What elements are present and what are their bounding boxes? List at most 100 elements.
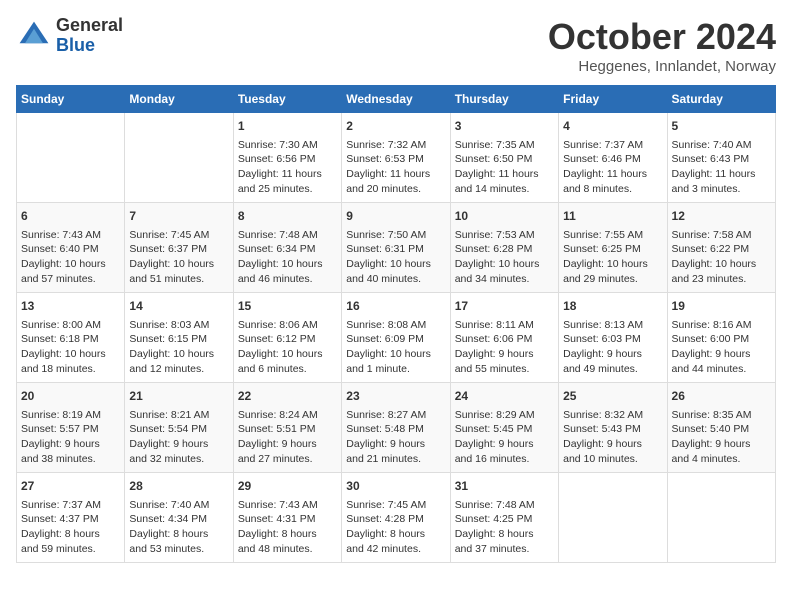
weekday-header-tuesday: Tuesday bbox=[233, 86, 341, 113]
day-number: 22 bbox=[238, 388, 337, 405]
subtitle: Heggenes, Innlandet, Norway bbox=[548, 58, 776, 75]
title-area: October 2024 Heggenes, Innlandet, Norway bbox=[548, 16, 776, 75]
calendar-cell: 7Sunrise: 7:45 AM Sunset: 6:37 PM Daylig… bbox=[125, 203, 233, 293]
logo: General Blue bbox=[16, 16, 123, 56]
day-number: 25 bbox=[563, 388, 662, 405]
day-number: 12 bbox=[672, 208, 771, 225]
day-info: Sunrise: 8:16 AM Sunset: 6:00 PM Dayligh… bbox=[672, 318, 771, 377]
logo-text: General Blue bbox=[56, 16, 123, 56]
day-info: Sunrise: 8:27 AM Sunset: 5:48 PM Dayligh… bbox=[346, 408, 445, 467]
week-row-5: 27Sunrise: 7:37 AM Sunset: 4:37 PM Dayli… bbox=[17, 473, 776, 563]
calendar-cell: 20 Sunrise: 8:19 AM Sunset: 5:57 PM Dayli… bbox=[17, 383, 125, 473]
day-number: 4 bbox=[563, 118, 662, 135]
day-info: Sunrise: 7:48 AM Sunset: 6:34 PM Dayligh… bbox=[238, 228, 337, 287]
calendar-cell: 3 Sunrise: 7:35 AM Sunset: 6:50 PM Daylig… bbox=[450, 113, 558, 203]
day-info: Sunrise: 7:37 AM Sunset: 6:46 PM Dayligh… bbox=[563, 138, 662, 197]
week-row-1: 1 Sunrise: 7:30 AM Sunset: 6:56 PM Daylig… bbox=[17, 113, 776, 203]
weekday-header-sunday: Sunday bbox=[17, 86, 125, 113]
day-number: 8 bbox=[238, 208, 337, 225]
day-info: Sunrise: 7:35 AM Sunset: 6:50 PM Dayligh… bbox=[455, 138, 554, 197]
calendar-cell: 8 Sunrise: 7:48 AM Sunset: 6:34 PM Daylig… bbox=[233, 203, 341, 293]
day-number: 28 bbox=[129, 478, 228, 495]
day-number: 26 bbox=[672, 388, 771, 405]
day-info: Sunrise: 7:48 AM Sunset: 4:25 PM Dayligh… bbox=[455, 498, 554, 557]
page-header: General Blue October 2024 Heggenes, Innl… bbox=[16, 16, 776, 75]
calendar-cell: 1 Sunrise: 7:30 AM Sunset: 6:56 PM Daylig… bbox=[233, 113, 341, 203]
day-info: Sunrise: 8:19 AM Sunset: 5:57 PM Dayligh… bbox=[21, 408, 120, 467]
logo-icon bbox=[16, 18, 52, 54]
day-info: Sunrise: 7:43 AM Sunset: 6:40 PM Dayligh… bbox=[21, 228, 120, 287]
logo-blue-text: Blue bbox=[56, 36, 123, 56]
calendar-cell: 4 Sunrise: 7:37 AM Sunset: 6:46 PM Daylig… bbox=[559, 113, 667, 203]
weekday-header-friday: Friday bbox=[559, 86, 667, 113]
weekday-header-saturday: Saturday bbox=[667, 86, 775, 113]
day-number: 11 bbox=[563, 208, 662, 225]
day-number: 10 bbox=[455, 208, 554, 225]
day-info: Sunrise: 8:24 AM Sunset: 5:51 PM Dayligh… bbox=[238, 408, 337, 467]
day-info: Sunrise: 7:32 AM Sunset: 6:53 PM Dayligh… bbox=[346, 138, 445, 197]
day-number: 6 bbox=[21, 208, 120, 225]
weekday-header-row: SundayMondayTuesdayWednesdayThursdayFrid… bbox=[17, 86, 776, 113]
day-info: Sunrise: 8:03 AM Sunset: 6:15 PM Dayligh… bbox=[129, 318, 228, 377]
week-row-4: 20 Sunrise: 8:19 AM Sunset: 5:57 PM Dayli… bbox=[17, 383, 776, 473]
day-number: 2 bbox=[346, 118, 445, 135]
day-number: 18 bbox=[563, 298, 662, 315]
day-info: Sunrise: 7:43 AM Sunset: 4:31 PM Dayligh… bbox=[238, 498, 337, 557]
calendar-cell: 5 Sunrise: 7:40 AM Sunset: 6:43 PM Daylig… bbox=[667, 113, 775, 203]
calendar-cell: 13 Sunrise: 8:00 AM Sunset: 6:18 PM Dayli… bbox=[17, 293, 125, 383]
week-row-3: 13 Sunrise: 8:00 AM Sunset: 6:18 PM Dayli… bbox=[17, 293, 776, 383]
day-info: Sunrise: 7:53 AM Sunset: 6:28 PM Dayligh… bbox=[455, 228, 554, 287]
day-info: Sunrise: 7:50 AM Sunset: 6:31 PM Dayligh… bbox=[346, 228, 445, 287]
day-info: Sunrise: 8:29 AM Sunset: 5:45 PM Dayligh… bbox=[455, 408, 554, 467]
day-info: Sunrise: 7:40 AM Sunset: 6:43 PM Dayligh… bbox=[672, 138, 771, 197]
calendar-cell: 15Sunrise: 8:06 AM Sunset: 6:12 PM Dayli… bbox=[233, 293, 341, 383]
day-number: 5 bbox=[672, 118, 771, 135]
day-info: Sunrise: 7:40 AM Sunset: 4:34 PM Dayligh… bbox=[129, 498, 228, 557]
calendar-cell bbox=[125, 113, 233, 203]
calendar-cell: 24 Sunrise: 8:29 AM Sunset: 5:45 PM Dayli… bbox=[450, 383, 558, 473]
week-row-2: 6 Sunrise: 7:43 AM Sunset: 6:40 PM Daylig… bbox=[17, 203, 776, 293]
calendar-cell: 26 Sunrise: 8:35 AM Sunset: 5:40 PM Dayli… bbox=[667, 383, 775, 473]
day-info: Sunrise: 8:13 AM Sunset: 6:03 PM Dayligh… bbox=[563, 318, 662, 377]
day-number: 31 bbox=[455, 478, 554, 495]
day-info: Sunrise: 8:08 AM Sunset: 6:09 PM Dayligh… bbox=[346, 318, 445, 377]
day-number: 1 bbox=[238, 118, 337, 135]
calendar-cell bbox=[559, 473, 667, 563]
calendar-cell: 19Sunrise: 8:16 AM Sunset: 6:00 PM Dayli… bbox=[667, 293, 775, 383]
calendar-cell: 11 Sunrise: 7:55 AM Sunset: 6:25 PM Dayli… bbox=[559, 203, 667, 293]
day-number: 20 bbox=[21, 388, 120, 405]
weekday-header-wednesday: Wednesday bbox=[342, 86, 450, 113]
day-info: Sunrise: 7:58 AM Sunset: 6:22 PM Dayligh… bbox=[672, 228, 771, 287]
day-number: 23 bbox=[346, 388, 445, 405]
day-number: 16 bbox=[346, 298, 445, 315]
calendar-cell bbox=[17, 113, 125, 203]
day-number: 21 bbox=[129, 388, 228, 405]
calendar-table: SundayMondayTuesdayWednesdayThursdayFrid… bbox=[16, 85, 776, 563]
day-info: Sunrise: 7:30 AM Sunset: 6:56 PM Dayligh… bbox=[238, 138, 337, 197]
calendar-cell: 31 Sunrise: 7:48 AM Sunset: 4:25 PM Dayli… bbox=[450, 473, 558, 563]
calendar-cell: 2 Sunrise: 7:32 AM Sunset: 6:53 PM Daylig… bbox=[342, 113, 450, 203]
calendar-cell: 6 Sunrise: 7:43 AM Sunset: 6:40 PM Daylig… bbox=[17, 203, 125, 293]
day-number: 30 bbox=[346, 478, 445, 495]
calendar-cell: 17Sunrise: 8:11 AM Sunset: 6:06 PM Dayli… bbox=[450, 293, 558, 383]
calendar-cell: 12 Sunrise: 7:58 AM Sunset: 6:22 PM Dayli… bbox=[667, 203, 775, 293]
calendar-cell: 21Sunrise: 8:21 AM Sunset: 5:54 PM Dayli… bbox=[125, 383, 233, 473]
calendar-cell: 9Sunrise: 7:50 AM Sunset: 6:31 PM Daylig… bbox=[342, 203, 450, 293]
calendar-cell: 23 Sunrise: 8:27 AM Sunset: 5:48 PM Dayli… bbox=[342, 383, 450, 473]
day-info: Sunrise: 8:35 AM Sunset: 5:40 PM Dayligh… bbox=[672, 408, 771, 467]
calendar-cell: 29 Sunrise: 7:43 AM Sunset: 4:31 PM Dayli… bbox=[233, 473, 341, 563]
calendar-cell: 16 Sunrise: 8:08 AM Sunset: 6:09 PM Dayli… bbox=[342, 293, 450, 383]
day-info: Sunrise: 8:11 AM Sunset: 6:06 PM Dayligh… bbox=[455, 318, 554, 377]
day-number: 3 bbox=[455, 118, 554, 135]
day-info: Sunrise: 7:55 AM Sunset: 6:25 PM Dayligh… bbox=[563, 228, 662, 287]
logo-general-text: General bbox=[56, 16, 123, 36]
calendar-cell: 27Sunrise: 7:37 AM Sunset: 4:37 PM Dayli… bbox=[17, 473, 125, 563]
day-number: 24 bbox=[455, 388, 554, 405]
day-number: 29 bbox=[238, 478, 337, 495]
day-info: Sunrise: 8:00 AM Sunset: 6:18 PM Dayligh… bbox=[21, 318, 120, 377]
month-title: October 2024 bbox=[548, 16, 776, 58]
day-number: 13 bbox=[21, 298, 120, 315]
calendar-cell: 22 Sunrise: 8:24 AM Sunset: 5:51 PM Dayli… bbox=[233, 383, 341, 473]
day-info: Sunrise: 7:45 AM Sunset: 6:37 PM Dayligh… bbox=[129, 228, 228, 287]
calendar-cell: 14Sunrise: 8:03 AM Sunset: 6:15 PM Dayli… bbox=[125, 293, 233, 383]
